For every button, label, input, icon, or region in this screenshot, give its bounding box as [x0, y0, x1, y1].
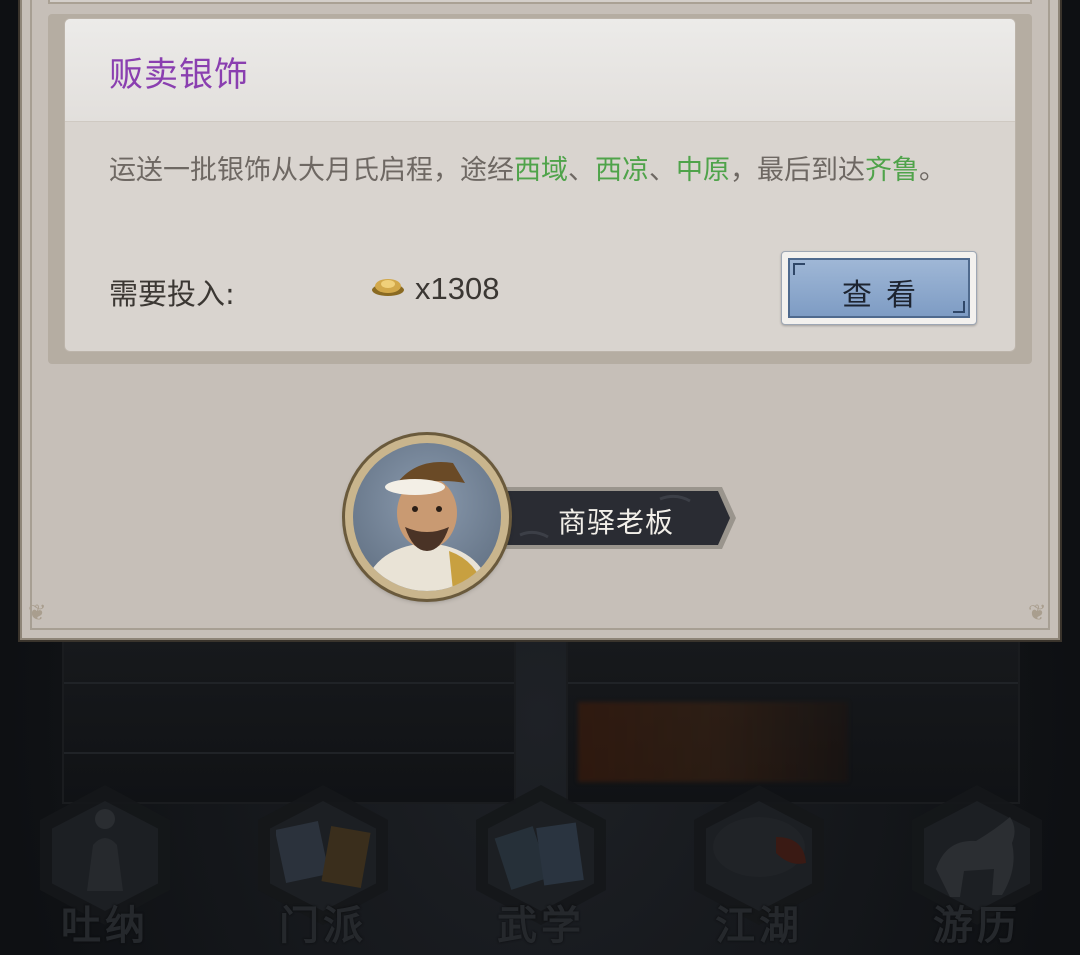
nav-label: 江湖	[715, 902, 803, 949]
bamboo-hat-icon	[713, 817, 806, 877]
mission-card-header: 贩卖银饰	[65, 19, 1015, 122]
description-text: ，最后到达	[730, 155, 865, 186]
place-name: 西凉	[595, 155, 649, 186]
nav-item-menpai[interactable]: 门派	[248, 785, 398, 955]
mission-description: 运送一批银饰从大月氏启程，途经西域、西凉、中原，最后到达齐鲁。	[109, 147, 969, 195]
nav-label: 门派	[279, 902, 367, 949]
nav-item-wuxue[interactable]: 武学	[466, 785, 616, 955]
nav-label: 游历	[933, 902, 1021, 949]
speaker-name: 商驿老板	[558, 506, 675, 539]
nav-item-jianghu[interactable]: 江湖	[684, 785, 834, 955]
description-text: 运送一批银饰从大月氏启程，途经	[109, 155, 514, 186]
mission-title: 贩卖银饰	[109, 55, 249, 95]
nav-item-youli[interactable]: 游历	[902, 785, 1052, 955]
place-name: 中原	[676, 155, 730, 186]
place-name: 西域	[514, 155, 568, 186]
gold-ingot-icon	[372, 279, 404, 296]
corner-ornament-icon: ❦	[28, 601, 47, 626]
horse-icon	[936, 817, 1015, 897]
speaker-name-container: 商驿老板	[500, 485, 738, 551]
cost-label: 需要投入:	[109, 277, 235, 311]
meditation-figure-icon	[87, 809, 123, 891]
nav-label: 吐纳	[61, 902, 149, 949]
previous-card-edge	[48, 0, 1032, 4]
description-text: 、	[649, 155, 676, 186]
nav-label: 武学	[497, 902, 585, 949]
cost-value: x1308	[415, 271, 500, 306]
place-name: 齐鲁	[865, 155, 919, 186]
nav-item-tuna[interactable]: 吐纳	[30, 785, 180, 955]
speaker-portrait	[345, 435, 509, 599]
merchant-avatar	[363, 462, 491, 591]
sect-banner-icon	[276, 821, 371, 889]
view-button-label: 查看	[842, 278, 930, 313]
martial-books-icon	[494, 822, 584, 890]
description-text: 。	[919, 155, 946, 186]
corner-ornament-icon: ❦	[1028, 601, 1047, 626]
bottom-nav: 吐纳 门派 武学 江湖 游历	[0, 775, 1080, 955]
description-text: 、	[568, 155, 595, 186]
mission-card: 贩卖银饰 运送一批银饰从大月氏启程，途经西域、西凉、中原，最后到达齐鲁。 需要投…	[64, 18, 1016, 352]
view-button[interactable]: 查看	[781, 251, 977, 325]
